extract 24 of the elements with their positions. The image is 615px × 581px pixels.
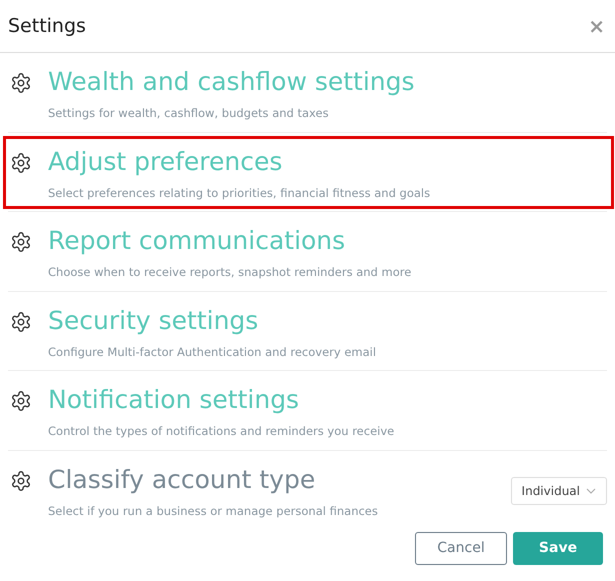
gear-icon [10,470,32,492]
item-description: Choose when to receive reports, snapshot reminders and more [48,264,412,281]
close-button[interactable]: × [588,16,607,36]
item-title-link[interactable]: Report communications [48,224,607,258]
item-title-link[interactable]: Notification settings [48,383,607,417]
item-title-link[interactable]: Adjust preferences [48,144,607,178]
dialog-title: Settings [8,14,86,39]
gear-icon [10,231,32,253]
gear-icon [10,390,32,412]
item-title: Classify account type [48,464,316,496]
item-description: Control the types of notifications and reminders you receive [48,423,396,440]
gear-icon [10,152,32,174]
gear-icon [10,72,32,94]
gear-icon [10,310,32,332]
cancel-button[interactable]: Cancel [415,532,507,565]
item-description: Select if you run a business or manage personal finances [48,502,379,520]
item-description: Configure Multi-factor Authentication and recovery email [48,344,378,360]
chevron-down-icon [586,488,596,494]
item-title-link[interactable]: Security settings [48,304,607,338]
account-type-dropdown[interactable]: Individual [510,476,607,504]
item-title-link[interactable]: Wealth and cashflow settings [48,65,607,99]
save-button[interactable]: Save [513,532,603,565]
item-description: Select preferences relating to priorities, financial fitness and goals [48,184,432,202]
item-description: Settings for wealth, cashflow, budgets and taxes [48,105,330,122]
